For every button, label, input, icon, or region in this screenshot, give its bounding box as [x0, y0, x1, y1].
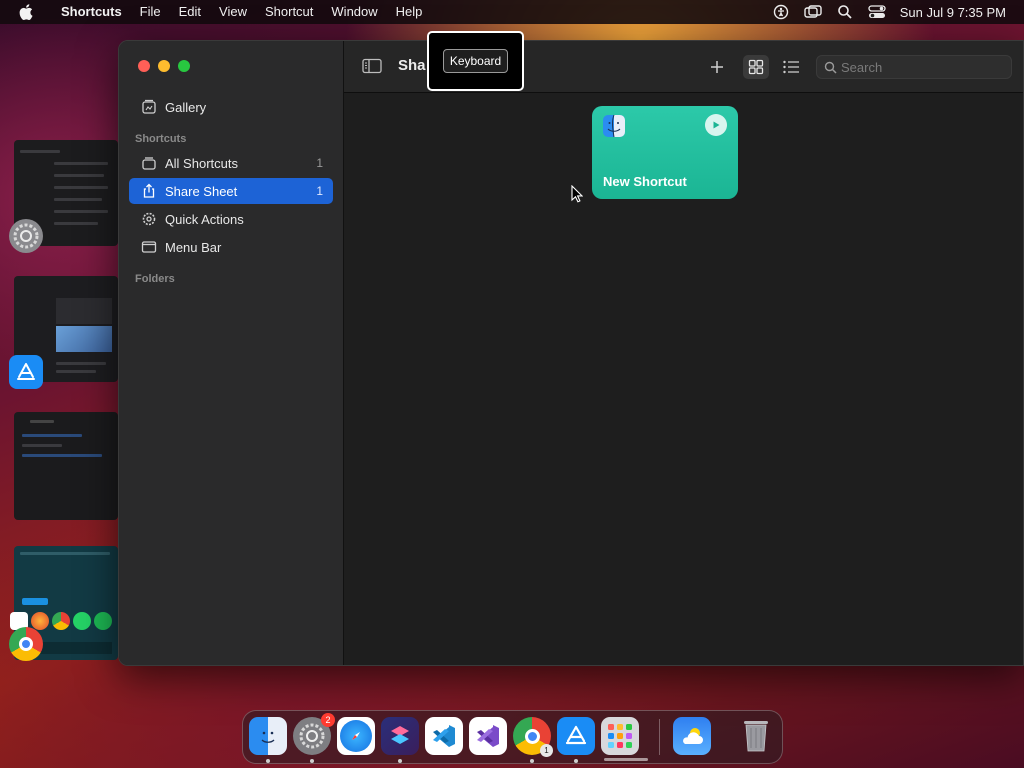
- dock-system-settings-icon[interactable]: 2: [293, 713, 335, 755]
- keyboard-tooltip: Keyboard: [442, 49, 509, 73]
- zoom-window-button[interactable]: [178, 60, 190, 72]
- menu-bar-icon: [138, 239, 160, 255]
- search-field[interactable]: [816, 55, 1012, 79]
- close-window-button[interactable]: [138, 60, 150, 72]
- chrome-small-icon: [52, 612, 70, 630]
- search-input[interactable]: [841, 59, 1001, 75]
- dock-running-indicator: [310, 759, 314, 763]
- run-shortcut-button[interactable]: [705, 114, 727, 136]
- sidebar-item-label: Menu Bar: [165, 239, 222, 255]
- sidebar-item-label: Share Sheet: [165, 183, 238, 199]
- screen-mirroring-icon[interactable]: [804, 3, 822, 21]
- dock-vscode-icon[interactable]: [425, 717, 463, 755]
- dock-safari-icon[interactable]: [337, 717, 375, 755]
- dock-chrome-icon[interactable]: 1: [513, 717, 553, 757]
- dock-weather-icon[interactable]: [673, 717, 711, 755]
- shortcut-count: 1: [316, 156, 323, 170]
- dock-finder-icon[interactable]: [249, 717, 287, 755]
- dock-running-indicator: [530, 759, 534, 763]
- search-icon: [819, 61, 841, 74]
- sidebar-item-gallery[interactable]: Gallery: [129, 94, 333, 120]
- menu-help[interactable]: Help: [387, 0, 432, 24]
- minimize-window-button[interactable]: [158, 60, 170, 72]
- dock-launchpad-icon[interactable]: [601, 717, 639, 755]
- mouse-pointer-icon: [571, 184, 584, 208]
- list-view-button[interactable]: [778, 55, 804, 79]
- app-store-icon: [9, 355, 43, 389]
- chrome-icon: [9, 627, 43, 661]
- sidebar-toggle-icon[interactable]: [362, 58, 382, 79]
- tooltip-highlight: Keyboard: [427, 31, 524, 91]
- sidebar-item-label: All Shortcuts: [165, 155, 238, 171]
- menu-edit[interactable]: Edit: [170, 0, 210, 24]
- window-controls: [138, 60, 190, 72]
- menu-window[interactable]: Window: [322, 0, 386, 24]
- add-shortcut-button[interactable]: [704, 55, 730, 79]
- window-count-badge: 1: [540, 744, 553, 757]
- grid-view-button[interactable]: [743, 55, 769, 79]
- whatsapp-icon: [73, 612, 91, 630]
- sidebar: Gallery Shortcuts All Shortcuts 1 Share …: [119, 41, 344, 665]
- dock-shortcuts-icon[interactable]: [381, 717, 419, 755]
- shortcuts-window: Gallery Shortcuts All Shortcuts 1 Share …: [118, 40, 1024, 666]
- share-icon: [138, 183, 160, 199]
- spotlight-search-icon[interactable]: [836, 3, 854, 21]
- stack-icon: [138, 155, 160, 171]
- firefox-icon: [31, 612, 49, 630]
- menu-bar-clock[interactable]: Sun Jul 9 7:35 PM: [900, 5, 1006, 20]
- sidebar-item-menu-bar[interactable]: Menu Bar: [129, 234, 333, 260]
- app-menu[interactable]: Shortcuts: [52, 0, 131, 24]
- dock-running-indicator: [398, 759, 402, 763]
- sidebar-section-shortcuts: Shortcuts: [135, 133, 187, 145]
- notification-badge: 2: [321, 713, 335, 727]
- window-thumbnail-code-editor[interactable]: [14, 412, 118, 520]
- gear-icon: [138, 211, 160, 227]
- menu-bar: Shortcuts File Edit View Shortcut Window…: [0, 0, 1024, 24]
- menu-shortcut[interactable]: Shortcut: [256, 0, 322, 24]
- dock-visual-studio-icon[interactable]: [469, 717, 507, 755]
- sidebar-item-quick-actions[interactable]: Quick Actions: [129, 206, 333, 232]
- sidebar-item-all-shortcuts[interactable]: All Shortcuts 1: [129, 150, 333, 176]
- dock-running-indicator: [574, 759, 578, 763]
- page-title: Sha: [398, 57, 426, 74]
- menu-view[interactable]: View: [210, 0, 256, 24]
- sidebar-section-folders: Folders: [135, 273, 175, 285]
- main-content: Sha Search New Shortcut: [344, 41, 1023, 665]
- dock: 2 1: [242, 710, 783, 764]
- dock-scroll-indicator: [604, 758, 648, 761]
- control-center-icon[interactable]: [868, 3, 886, 21]
- sidebar-item-label: Gallery: [165, 99, 207, 115]
- spotify-icon: [94, 612, 112, 630]
- menu-file[interactable]: File: [131, 0, 170, 24]
- shortcut-name: New Shortcut: [603, 174, 687, 189]
- shortcut-count: 1: [316, 184, 323, 198]
- system-settings-icon: [9, 219, 43, 253]
- sidebar-item-label: Quick Actions: [165, 211, 244, 227]
- shortcut-card-new-shortcut[interactable]: New Shortcut: [592, 106, 738, 199]
- dock-app-store-icon[interactable]: [557, 717, 595, 755]
- finder-icon: [602, 114, 626, 143]
- dock-trash-icon[interactable]: [737, 717, 775, 755]
- gallery-icon: [138, 99, 160, 115]
- accessibility-icon[interactable]: [772, 3, 790, 21]
- dock-running-indicator: [266, 759, 270, 763]
- sidebar-item-share-sheet[interactable]: Share Sheet 1: [129, 178, 333, 204]
- dock-separator: [659, 719, 660, 755]
- apple-menu-icon[interactable]: [0, 4, 52, 20]
